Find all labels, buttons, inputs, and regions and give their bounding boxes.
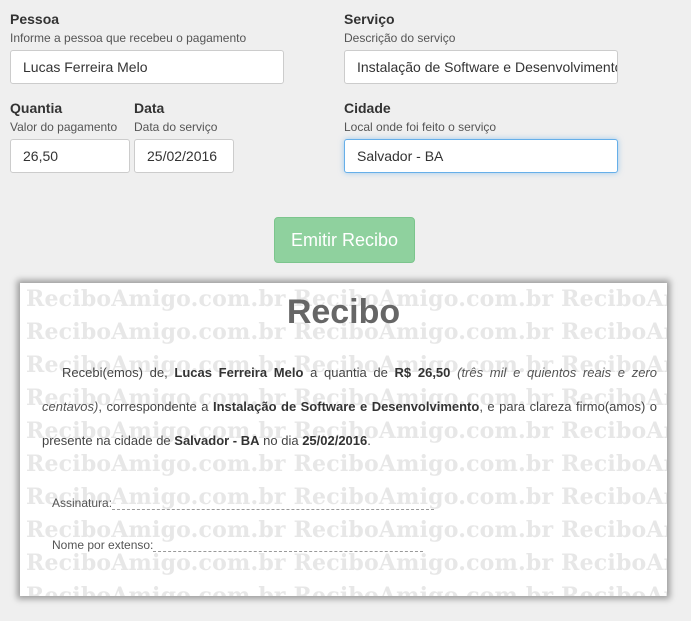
receipt-amount: R$ 26,50 [394, 365, 451, 380]
receipt-payer: Lucas Ferreira Melo [174, 365, 304, 380]
servico-input[interactable]: Instalação de Software e Desenvolvimento [344, 50, 618, 84]
name-label: Nome por extenso: [52, 538, 154, 552]
receipt-title: Recibo [286, 293, 401, 331]
pessoa-field: Pessoa Informe a pessoa que recebeu o pa… [10, 11, 284, 84]
cidade-label: Cidade [344, 100, 391, 116]
quantia-field: Quantia Valor do pagamento 26,50 [10, 100, 130, 173]
cidade-field: Cidade Local onde foi feito o serviço Sa… [344, 100, 618, 173]
receipt-city: Salvador - BA [174, 433, 260, 448]
cidade-input[interactable]: Salvador - BA [344, 139, 618, 173]
pessoa-input[interactable]: Lucas Ferreira Melo [10, 50, 284, 84]
servico-label: Serviço [344, 11, 395, 27]
quantia-hint: Valor do pagamento [10, 120, 118, 134]
quantia-input[interactable]: 26,50 [10, 139, 130, 173]
receipt-preview: ReciboAmigo.com.br ReciboAmigo.com.br Re… [20, 283, 667, 596]
receipt-body: Recebi(emos) de, Lucas Ferreira Melo a q… [42, 365, 657, 448]
emitir-recibo-button[interactable]: Emitir Recibo [274, 217, 415, 263]
data-field: Data Data do serviço 25/02/2016 [134, 100, 234, 173]
data-label: Data [134, 100, 165, 116]
data-input[interactable]: 25/02/2016 [134, 139, 234, 173]
cidade-hint: Local onde foi feito o serviço [344, 120, 497, 134]
data-hint: Data do serviço [134, 120, 218, 134]
name-line: Nome por extenso: [52, 538, 424, 552]
pessoa-label: Pessoa [10, 11, 60, 27]
receipt-date: 25/02/2016 [302, 433, 368, 448]
pessoa-hint: Informe a pessoa que recebeu o pagamento [10, 31, 247, 45]
quantia-label: Quantia [10, 100, 63, 116]
receipt-service: Instalação de Software e Desenvolvimento [212, 399, 480, 414]
signature-line: Assinatura: [52, 496, 435, 510]
signature-label: Assinatura: [52, 496, 113, 510]
servico-hint: Descrição do serviço [344, 31, 456, 45]
servico-field: Serviço Descrição do serviço Instalação … [344, 11, 618, 84]
